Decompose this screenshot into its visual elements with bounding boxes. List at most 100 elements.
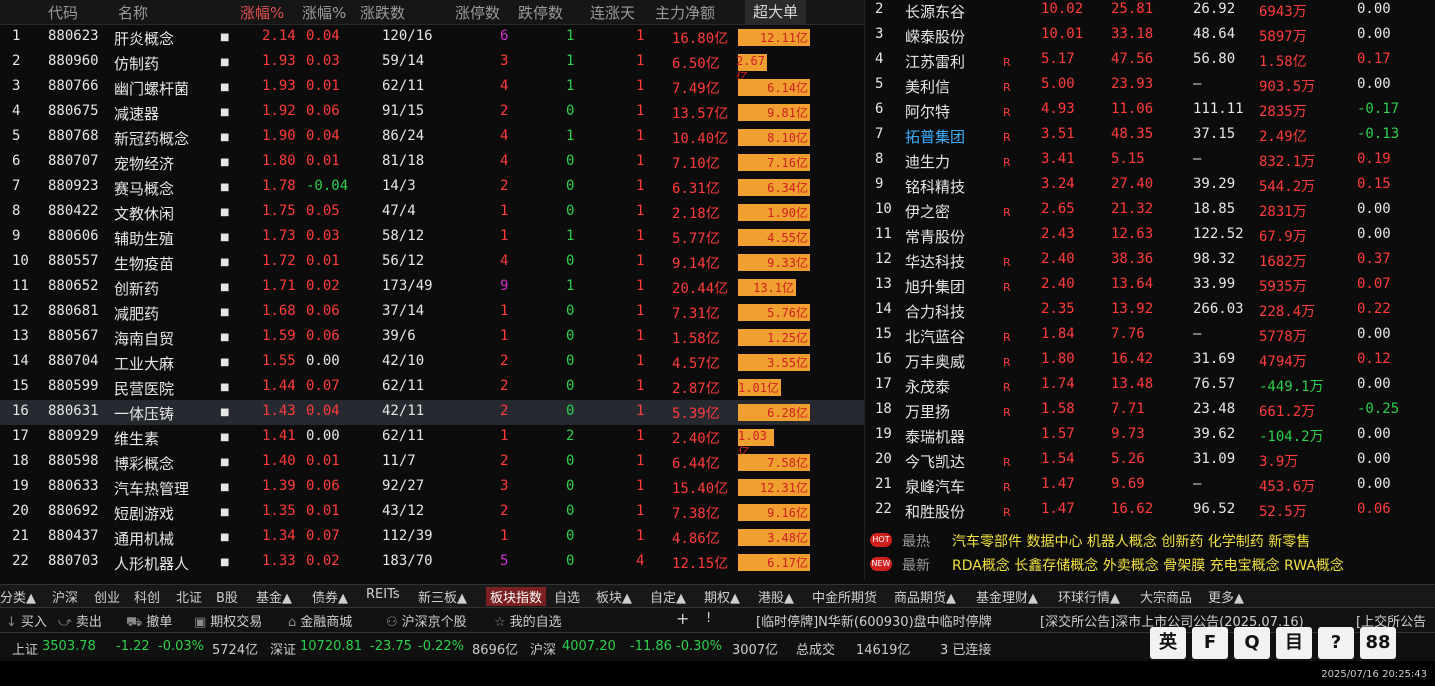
- connection-status[interactable]: 3 已连接: [940, 639, 991, 658]
- header-limitdown[interactable]: 跌停数: [518, 2, 563, 23]
- header-bigorder[interactable]: 超大单: [745, 0, 807, 24]
- tab-item[interactable]: 自定▲: [650, 587, 686, 606]
- sell-button[interactable]: ⤻ 卖出: [58, 611, 102, 630]
- row-name[interactable]: 幽门螺杆菌: [114, 78, 189, 99]
- stock-row[interactable]: 11 常青股份 2.43 12.63 122.52 67.9万 0.00: [865, 223, 1435, 248]
- header-speed[interactable]: 涨幅%: [302, 2, 346, 23]
- sh-value[interactable]: 3503.78: [42, 639, 96, 654]
- stock-row[interactable]: 16 万丰奥威 R 1.80 16.42 31.69 4794万 0.12: [865, 348, 1435, 373]
- row-name[interactable]: 一体压铸: [114, 403, 174, 424]
- hot-concepts[interactable]: 汽车零部件 数据中心 机器人概念 创新药 化学制药 新零售: [952, 531, 1310, 551]
- row-name[interactable]: 汽车热管理: [114, 478, 189, 499]
- add-button[interactable]: +: [676, 609, 689, 628]
- row-name[interactable]: 文教休闲: [114, 203, 174, 224]
- stock-row[interactable]: 2 长源东谷 10.02 25.81 26.92 6943万 0.00: [865, 0, 1435, 23]
- stock-name[interactable]: 常青股份: [905, 226, 965, 247]
- header-limitup[interactable]: 涨停数: [455, 2, 500, 23]
- sz-value[interactable]: 10720.81: [300, 639, 362, 654]
- stock-row[interactable]: 17 永茂泰 R 1.74 13.48 76.57 -449.1万 0.00: [865, 373, 1435, 398]
- new-concepts[interactable]: RDA概念 长鑫存储概念 外卖概念 骨架膜 充电宝概念 RWA概念: [952, 555, 1344, 575]
- stock-row[interactable]: 4 江苏雷利 R 5.17 47.56 56.80 1.58亿 0.17: [865, 48, 1435, 73]
- row-name[interactable]: 新冠药概念: [114, 128, 189, 149]
- table-row[interactable]: 12 880681 减肥药 ■ 1.68 0.06 37/14 1 0 1 7.31亿 5.76亿: [0, 300, 864, 325]
- stock-name[interactable]: 华达科技: [905, 251, 965, 272]
- stock-name[interactable]: 永茂泰: [905, 376, 950, 397]
- alert-button[interactable]: !: [706, 611, 711, 626]
- finance-mall-button[interactable]: ⌂ 金融商城: [288, 611, 352, 630]
- stock-row[interactable]: 22 和胜股份 R 1.47 16.62 96.52 52.5万 0.06: [865, 498, 1435, 523]
- list-icon[interactable]: 目: [1276, 627, 1312, 659]
- row-name[interactable]: 宠物经济: [114, 153, 174, 174]
- stock-pick-button[interactable]: ⚇ 沪深京个股: [386, 611, 467, 630]
- table-row[interactable]: 1 880623 肝炎概念 ■ 2.14 0.04 120/16 6 1 1 16.80亿 12.11…: [0, 25, 864, 50]
- stock-row[interactable]: 7 拓普集团 R 3.51 48.35 37.15 2.49亿 -0.13: [865, 123, 1435, 148]
- table-row[interactable]: 14 880704 工业大麻 ■ 1.55 0.00 42/10 2 0 1 4.57亿 3.55亿: [0, 350, 864, 375]
- stock-row[interactable]: 6 阿尔特 R 4.93 11.06 111.11 2835万 -0.17: [865, 98, 1435, 123]
- table-row[interactable]: 8 880422 文教休闲 ■ 1.75 0.05 47/4 1 0 1 2.18亿 1.90亿: [0, 200, 864, 225]
- stock-name[interactable]: 江苏雷利: [905, 51, 965, 72]
- stock-row[interactable]: 20 今飞凯达 R 1.54 5.26 31.09 3.9万 0.00: [865, 448, 1435, 473]
- row-name[interactable]: 减肥药: [114, 303, 159, 324]
- stock-row[interactable]: 21 泉峰汽车 R 1.47 9.69 – 453.6万 0.00: [865, 473, 1435, 498]
- row-name[interactable]: 仿制药: [114, 53, 159, 74]
- table-row[interactable]: 22 880703 人形机器人 ■ 1.33 0.02 183/70 5 0 4 12.15亿 6.1…: [0, 550, 864, 575]
- table-row[interactable]: 16 880631 一体压铸 ■ 1.43 0.04 42/11 2 0 1 5.39亿 6.28亿: [0, 400, 864, 425]
- stock-row[interactable]: 5 美利信 R 5.00 23.93 – 903.5万 0.00: [865, 73, 1435, 98]
- help-icon[interactable]: ?: [1318, 627, 1354, 659]
- tab-item[interactable]: 期权▲: [704, 587, 740, 606]
- stock-name[interactable]: 嵘泰股份: [905, 26, 965, 47]
- stock-name[interactable]: 和胜股份: [905, 501, 965, 522]
- tab-item[interactable]: 新三板▲: [418, 587, 467, 606]
- ticker-message[interactable]: [临时停牌]N华新(600930)盘中临时停牌: [756, 611, 992, 630]
- table-row[interactable]: 7 880923 赛马概念 ■ 1.78 -0.04 14/3 2 0 1 6.31亿 6.34亿: [0, 175, 864, 200]
- header-change[interactable]: 涨幅%: [240, 2, 284, 23]
- stock-name[interactable]: 北汽蓝谷: [905, 326, 965, 347]
- table-row[interactable]: 20 880692 短剧游戏 ■ 1.35 0.01 43/12 2 0 1 7.38亿 9.16亿: [0, 500, 864, 525]
- table-row[interactable]: 19 880633 汽车热管理 ■ 1.39 0.06 92/27 3 0 1 15.40亿 12.3…: [0, 475, 864, 500]
- row-name[interactable]: 维生素: [114, 428, 159, 449]
- row-name[interactable]: 海南自贸: [114, 328, 174, 349]
- stock-row[interactable]: 18 万里扬 R 1.58 7.71 23.48 661.2万 -0.25: [865, 398, 1435, 423]
- table-row[interactable]: 10 880557 生物疫苗 ■ 1.72 0.01 56/12 4 0 1 9.14亿 9.33亿: [0, 250, 864, 275]
- stock-name[interactable]: 万丰奥威: [905, 351, 965, 372]
- stock-row[interactable]: 15 北汽蓝谷 R 1.84 7.76 – 5778万 0.00: [865, 323, 1435, 348]
- table-row[interactable]: 18 880598 博彩概念 ■ 1.40 0.01 11/7 2 0 1 6.44亿 7.58亿: [0, 450, 864, 475]
- table-row[interactable]: 15 880599 民营医院 ■ 1.44 0.07 62/11 2 0 1 2.87亿 1.01亿: [0, 375, 864, 400]
- table-row[interactable]: 6 880707 宠物经济 ■ 1.80 0.01 81/18 4 0 1 7.10亿 7.16亿: [0, 150, 864, 175]
- tab-item[interactable]: 环球行情▲: [1058, 587, 1120, 606]
- tab-item[interactable]: 北证: [176, 587, 202, 606]
- row-name[interactable]: 辅助生殖: [114, 228, 174, 249]
- tab-item[interactable]: 分类▲: [0, 587, 36, 606]
- stock-name[interactable]: 美利信: [905, 76, 950, 97]
- stock-row[interactable]: 3 嵘泰股份 10.01 33.18 48.64 5897万 0.00: [865, 23, 1435, 48]
- tab-item[interactable]: 自选: [554, 587, 580, 606]
- row-name[interactable]: 创新药: [114, 278, 159, 299]
- tab-item[interactable]: 中金所期货: [812, 587, 877, 606]
- row-name[interactable]: 减速器: [114, 103, 159, 124]
- tab-item[interactable]: 债券▲: [312, 587, 348, 606]
- tab-item[interactable]: B股: [216, 587, 238, 606]
- stock-name[interactable]: 长源东谷: [905, 1, 965, 22]
- table-row[interactable]: 3 880766 幽门螺杆菌 ■ 1.93 0.01 62/11 4 1 1 7.49亿 6.14亿: [0, 75, 864, 100]
- row-name[interactable]: 生物疫苗: [114, 253, 174, 274]
- tab-item[interactable]: 更多▲: [1208, 587, 1244, 606]
- search-icon[interactable]: Q: [1234, 627, 1270, 659]
- stock-name[interactable]: 合力科技: [905, 301, 965, 322]
- table-row[interactable]: 5 880768 新冠药概念 ■ 1.90 0.04 86/24 4 1 1 10.40亿 8.10亿: [0, 125, 864, 150]
- my-watchlist-button[interactable]: ☆ 我的自选: [494, 611, 562, 630]
- tab-item[interactable]: 港股▲: [758, 587, 794, 606]
- header-mainflow[interactable]: 主力净额: [655, 2, 715, 23]
- stock-row[interactable]: 9 铭科精技 3.24 27.40 39.29 544.2万 0.15: [865, 173, 1435, 198]
- stock-row[interactable]: 14 合力科技 2.35 13.92 266.03 228.4万 0.22: [865, 298, 1435, 323]
- header-code[interactable]: 代码: [48, 2, 78, 23]
- table-row[interactable]: 4 880675 减速器 ■ 1.92 0.06 91/15 2 0 1 13.57亿 9.81亿: [0, 100, 864, 125]
- stock-name[interactable]: 今飞凯达: [905, 451, 965, 472]
- table-row[interactable]: 9 880606 辅助生殖 ■ 1.73 0.03 58/12 1 1 1 5.77亿 4.55亿: [0, 225, 864, 250]
- tab-item[interactable]: REITs: [366, 587, 400, 602]
- grid-icon[interactable]: 88: [1360, 627, 1396, 659]
- stock-row[interactable]: 19 泰瑞机器 1.57 9.73 39.62 -104.2万 0.00: [865, 423, 1435, 448]
- stock-row[interactable]: 13 旭升集团 R 2.40 13.64 33.99 5935万 0.07: [865, 273, 1435, 298]
- table-row[interactable]: 17 880929 维生素 ■ 1.41 0.00 62/11 1 2 1 2.40亿 1.03亿: [0, 425, 864, 459]
- stock-row[interactable]: 12 华达科技 R 2.40 38.36 98.32 1682万 0.37: [865, 248, 1435, 273]
- stock-name[interactable]: 旭升集团: [905, 276, 965, 297]
